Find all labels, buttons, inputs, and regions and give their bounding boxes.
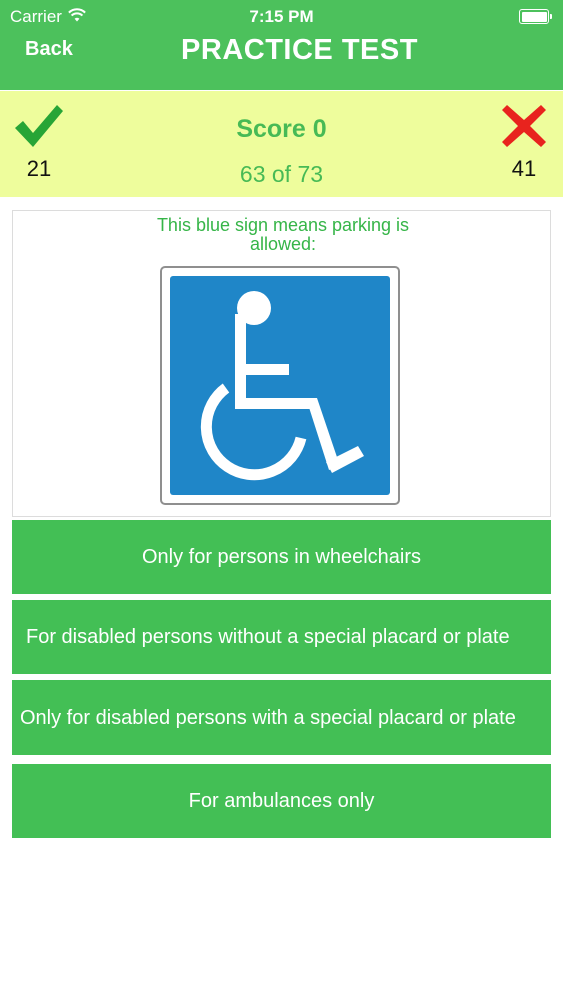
answer-label: Only for persons in wheelchairs <box>141 546 421 568</box>
wrong-count: 41 <box>511 156 537 181</box>
wrong-counter: 41 <box>499 103 549 182</box>
question-image <box>160 266 400 505</box>
answer-label: Only for disabled persons with a special… <box>20 706 516 729</box>
header: Carrier 7:15 PM Back PRACTICE TEST <box>0 0 563 90</box>
question-progress: 63 of 73 <box>239 161 324 187</box>
practice-test-screen: Carrier 7:15 PM Back PRACTICE TEST 21 Sc… <box>0 0 563 1000</box>
answer-option-2[interactable]: For disabled persons without a special p… <box>12 600 551 674</box>
question-text: This blue sign means parking is allowed: <box>156 215 410 254</box>
answer-option-4[interactable]: For ambulances only <box>12 764 551 838</box>
status-bar: Carrier 7:15 PM <box>0 0 563 34</box>
battery-icon <box>519 9 552 24</box>
nav-bar: Back PRACTICE TEST <box>0 34 563 90</box>
answer-option-3[interactable]: Only for disabled persons with a special… <box>12 680 551 755</box>
question-card: This blue sign means parking is allowed: <box>12 210 551 517</box>
wheelchair-sign-icon <box>170 276 390 495</box>
answer-label: For ambulances only <box>188 790 375 812</box>
answer-label: For disabled persons without a special p… <box>26 626 510 648</box>
score-title: Score 0 <box>236 115 327 143</box>
score-panel: 21 Score 0 63 of 73 41 <box>0 91 563 197</box>
cross-icon <box>501 105 547 153</box>
answer-option-1[interactable]: Only for persons in wheelchairs <box>12 520 551 594</box>
page-title: PRACTICE TEST <box>181 34 418 66</box>
status-time: 7:15 PM <box>249 7 314 26</box>
